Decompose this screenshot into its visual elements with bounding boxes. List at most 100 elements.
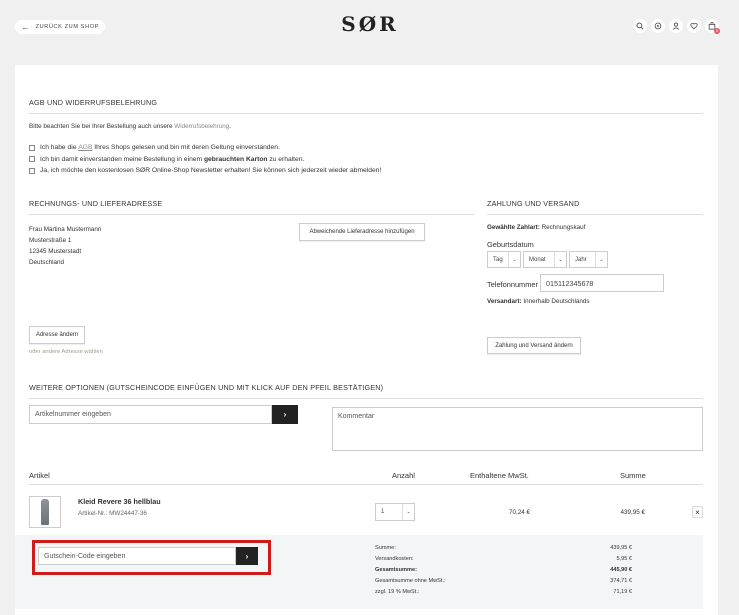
- address-block: Frau Martina Mustermann Musterstraße 1 1…: [29, 224, 101, 268]
- totals-label: Gesamtsumme ohne MwSt.:: [375, 577, 446, 584]
- phone-label: Telefonnummer: [487, 280, 538, 289]
- product-image[interactable]: [29, 496, 61, 528]
- user-icon[interactable]: [669, 19, 683, 33]
- totals-row: Versandkosten: 5,95 €: [375, 553, 632, 564]
- shipping-method-value: Innerhalb Deutschlands: [523, 298, 590, 305]
- header-icons: 0: [633, 19, 720, 34]
- totals-value: 445,90 €: [610, 566, 632, 573]
- totals-label: Versandkosten:: [375, 555, 414, 562]
- cart-icon[interactable]: 0: [705, 19, 720, 34]
- totals-value: 5,95 €: [616, 555, 632, 562]
- withdrawal-link[interactable]: Widerrufsbelehrung: [174, 123, 229, 130]
- used-box-suffix: zu erhalten.: [269, 155, 305, 163]
- used-box-checkbox[interactable]: [29, 156, 35, 163]
- col-vat: Enthaltene MwSt.: [470, 471, 529, 480]
- birthdate-label: Geburtsdatum: [487, 240, 534, 249]
- dress-thumbnail-icon: [41, 499, 49, 525]
- choose-other-address-link[interactable]: oder andere Adresse wählen: [29, 349, 103, 355]
- newsletter-checkbox-row: Ja, ich möchte den kostenlosen SØR Onlin…: [29, 165, 381, 177]
- newsletter-checkbox[interactable]: [29, 167, 35, 174]
- comment-placeholder: Kommentar: [338, 413, 375, 420]
- change-payment-button[interactable]: Zahlung und Versand ändern: [487, 337, 581, 354]
- close-icon: ×: [695, 507, 700, 517]
- voucher-input[interactable]: Gutschein-Code eingeben: [38, 547, 236, 565]
- payment-method-value: Rechnungskauf: [541, 224, 586, 231]
- back-to-shop-button[interactable]: ← ZURÜCK ZUM SHOP: [15, 20, 105, 34]
- phone-input[interactable]: 015112345678: [540, 274, 664, 292]
- agb-note-prefix: Bitte beachten Sie bei Ihrer Bestellung …: [29, 123, 173, 130]
- chevron-down-icon: ⌄: [508, 252, 520, 267]
- item-sum: 439,95 €: [620, 509, 645, 516]
- agb-note: Bitte beachten Sie bei Ihrer Bestellung …: [29, 123, 231, 130]
- add-delivery-address-button[interactable]: Abweichende Lieferadresse hinzufügen: [299, 223, 425, 241]
- totals-label: Summe:: [375, 544, 396, 551]
- quantity-select[interactable]: 1 ⌄: [375, 503, 415, 521]
- back-to-shop-label: ZURÜCK ZUM SHOP: [35, 24, 99, 30]
- birth-year-select[interactable]: Jahr ⌄: [569, 251, 608, 268]
- agb-note-suffix: .: [229, 123, 231, 130]
- payment-section-title: ZAHLUNG UND VERSAND: [487, 199, 703, 215]
- cart-count-badge: 0: [714, 28, 720, 34]
- totals-row: zzgl. 19 % MwSt.: 71,19 €: [375, 586, 632, 597]
- remove-item-button[interactable]: ×: [692, 506, 703, 518]
- payment-method: Gewählte Zahlart: Rechnungskauf: [487, 224, 585, 231]
- address-line: Frau Martina Mustermann: [29, 226, 102, 233]
- totals-row: Gesamtsumme ohne MwSt.: 374,71 €: [375, 575, 632, 586]
- search-icon[interactable]: [633, 19, 647, 33]
- totals-value: 71,19 €: [613, 588, 632, 595]
- arrow-left-icon: ←: [21, 21, 31, 32]
- product-sku: Artikel-Nr.: MW24447-36: [78, 510, 147, 517]
- birth-year-value: Jahr: [575, 256, 587, 263]
- voucher-submit-button[interactable]: ›: [236, 547, 258, 565]
- item-vat: 70,24 €: [508, 509, 530, 516]
- col-article: Artikel: [29, 471, 50, 480]
- shipping-method-label: Versandart:: [487, 298, 522, 305]
- totals-row: Summe: 439,95 €: [375, 542, 632, 553]
- article-submit-button[interactable]: ›: [272, 405, 298, 424]
- totals-label: Gesamtsumme:: [375, 566, 417, 573]
- newsletter-label: Ja, ich möchte den kostenlosen SØR Onlin…: [40, 167, 382, 175]
- used-box-checkbox-row: Ich bin damit einverstanden meine Bestel…: [29, 154, 381, 166]
- agb-checkboxes: Ich habe die AGB Ihres Shops gelesen und…: [29, 142, 381, 177]
- location-icon[interactable]: [651, 19, 665, 33]
- table-header-divider: [29, 484, 703, 485]
- used-box-bold: gebrauchten Karton: [203, 155, 268, 163]
- arrow-right-icon: ›: [245, 551, 249, 561]
- address-line: Musterstraße 1: [29, 237, 72, 244]
- change-address-button[interactable]: Adresse ändern: [29, 326, 85, 344]
- quantity-value: 1: [381, 509, 385, 515]
- birth-month-select[interactable]: Monat ⌄: [523, 251, 567, 268]
- birth-day-select[interactable]: Tag ⌄: [487, 251, 521, 268]
- arrow-right-icon: ›: [283, 410, 287, 419]
- address-section-title: RECHNUNGS- UND LIEFERADRESSE: [29, 199, 474, 215]
- shipping-method: Versandart: Innerhalb Deutschlands: [487, 298, 590, 305]
- article-number-input[interactable]: Artikelnummer eingeben: [29, 405, 272, 424]
- agb-link[interactable]: AGB: [78, 144, 92, 151]
- chevron-down-icon: ⌄: [554, 252, 566, 267]
- chevron-down-icon: ⌄: [595, 252, 607, 267]
- address-line: Deutschland: [29, 259, 65, 266]
- totals-row: Gesamtsumme: 445,90 €: [375, 564, 632, 575]
- totals-list: Summe: 439,95 € Versandkosten: 5,95 € Gesa…: [375, 542, 632, 597]
- comment-textarea[interactable]: Kommentar: [332, 407, 703, 451]
- used-box-prefix: Ich bin damit einverstanden meine Bestel…: [40, 155, 203, 163]
- totals-value: 439,95 €: [610, 544, 632, 551]
- payment-method-label: Gewählte Zahlart:: [487, 224, 540, 231]
- col-quantity: Anzahl: [392, 471, 415, 480]
- birth-month-value: Monat: [529, 256, 546, 263]
- totals-value: 374,71 €: [610, 577, 632, 584]
- address-line: 12345 Musterstadt: [29, 248, 82, 255]
- product-name[interactable]: Kleid Revere 36 hellblau: [78, 497, 161, 506]
- logo[interactable]: SØR: [340, 12, 400, 36]
- totals-label: zzgl. 19 % MwSt.:: [375, 588, 420, 595]
- agb-checkbox-prefix: Ich habe die: [40, 144, 77, 152]
- heart-icon[interactable]: [687, 19, 701, 33]
- agb-checkbox[interactable]: [29, 144, 35, 151]
- chevron-down-icon: ⌄: [402, 504, 414, 520]
- options-section-title: WEITERE OPTIONEN (GUTSCHEINCODE EINFÜGEN…: [29, 383, 703, 399]
- col-sum: Summe: [620, 471, 646, 480]
- birth-day-value: Tag: [493, 256, 503, 263]
- agb-section-title: AGB UND WIDERRUFSBELEHRUNG: [29, 98, 703, 114]
- agb-checkbox-suffix: Ihres Shops gelesen und bin mit deren Ge…: [94, 144, 280, 152]
- agb-checkbox-row: Ich habe die AGB Ihres Shops gelesen und…: [29, 142, 381, 154]
